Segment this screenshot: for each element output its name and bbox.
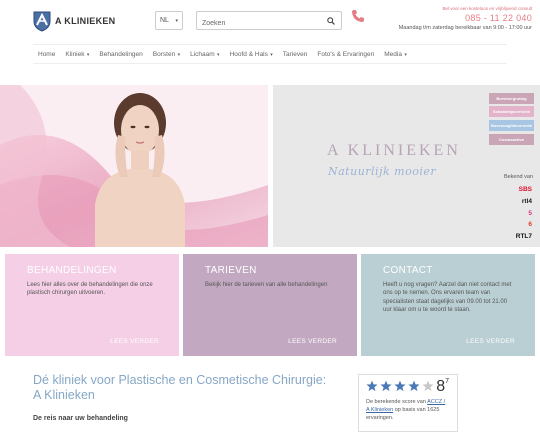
star-icon (380, 380, 392, 392)
star-icon (366, 380, 378, 392)
chevron-down-icon: ▾ (215, 51, 220, 58)
lees-verder-link[interactable]: LEES VERDER (466, 338, 515, 345)
panel-behandelingen[interactable]: BEHANDELINGEN Lees hier alles over de be… (5, 254, 179, 356)
panel-text: Heeft u nog vragen? Aarzel dan niet cont… (383, 282, 512, 314)
nav-item-media[interactable]: Media ▾ (379, 51, 412, 58)
nav-item-tarieven[interactable]: Tarieven (278, 51, 313, 58)
nav-item-fotos-ervaringen[interactable]: Foto's & Ervaringen (312, 51, 379, 58)
opening-hours: Maandag t/m zaterdag bereikbaar van 9:00… (398, 25, 532, 31)
lees-verder-link[interactable]: LEES VERDER (288, 338, 337, 345)
hero-brand-panel: A KLINIEKEN Natuurlijk mooier Borstvergr… (273, 85, 540, 247)
search-button[interactable] (321, 12, 341, 29)
rating-score: 87 (436, 378, 449, 395)
panel-tarieven[interactable]: TARIEVEN Bekijk hier de tarieven van all… (183, 254, 357, 356)
phone-number[interactable]: 085 - 11 22 040 (357, 13, 532, 23)
language-value: NL (160, 17, 169, 24)
search-input[interactable] (197, 15, 317, 32)
hero-photo (0, 85, 268, 247)
logo[interactable]: A KLINIEKEN (33, 10, 115, 32)
rating-widget: 87 De berekende score van ACCZ / A Klini… (358, 374, 458, 432)
nav-item-behandelingen[interactable]: Behandelingen (94, 51, 147, 58)
nav-item-lichaam[interactable]: Lichaam ▾ (185, 51, 224, 58)
star-empty-icon (422, 380, 434, 392)
site-header: A KLINIEKEN NL ▾ Bel voor een kosteloos … (0, 0, 540, 40)
channel-logo-6: 6 (528, 221, 532, 228)
panel-title: BEHANDELINGEN (27, 265, 117, 276)
star-icon (408, 380, 420, 392)
channel-logo-sbs: SBS (518, 186, 532, 193)
tag-cosmoactive[interactable]: Cosmoactive (489, 134, 534, 145)
hero-woman-illustration (0, 85, 268, 247)
tag-schaamlipcorrectie[interactable]: Schaamlipcorrectie (489, 106, 534, 117)
lees-verder-link[interactable]: LEES VERDER (110, 338, 159, 345)
search-box (196, 11, 342, 32)
shield-logo-icon (33, 11, 51, 32)
nav-item-hoofd-hals[interactable]: Hoofd & Hals ▾ (225, 51, 278, 58)
language-select[interactable]: NL ▾ (155, 11, 183, 30)
contact-info: Bel voor een kosteloos en vrijblijvend c… (357, 6, 532, 31)
contact-tagline: Bel voor een kosteloos en vrijblijvend c… (442, 6, 532, 11)
chevron-down-icon: ▾ (175, 18, 178, 24)
panel-contact[interactable]: CONTACT Heeft u nog vragen? Aarzel dan n… (361, 254, 535, 356)
star-icon (394, 380, 406, 392)
tag-bovenooglidcorrectie[interactable]: Bovenooglidcorrectie (489, 120, 534, 131)
panel-title: TARIEVEN (205, 265, 257, 276)
main-nav: Home Kliniek ▾ Behandelingen Borsten ▾ L… (33, 44, 507, 64)
tag-borstvergroting[interactable]: Borstvergroting (489, 93, 534, 104)
nav-item-borsten[interactable]: Borsten ▾ (148, 51, 185, 58)
panel-title: CONTACT (383, 265, 433, 276)
nav-item-kliniek[interactable]: Kliniek ▾ (60, 51, 94, 58)
channel-logo-rtl4: rtl4 (521, 198, 532, 205)
hero-tagline: Natuurlijk mooier (328, 165, 437, 178)
nav-item-home[interactable]: Home (33, 51, 60, 58)
chevron-down-icon: ▾ (402, 51, 407, 58)
channel-logo-rtl7: RTL7 (515, 233, 532, 240)
chevron-down-icon: ▾ (268, 51, 273, 58)
rating-score-decimal: 7 (445, 378, 449, 385)
search-icon (327, 16, 335, 25)
page-title: Dé kliniek voor Plastische en Cosmetisch… (33, 373, 327, 402)
section-subtitle: De reis naar uw behandeling (33, 415, 128, 422)
hero-brand-text: A KLINIEKEN (327, 142, 461, 159)
chevron-down-icon: ▾ (85, 51, 90, 58)
logo-text: A KLINIEKEN (55, 16, 116, 26)
rating-description: De berekende score van ACCZ / A Klinieke… (366, 399, 446, 421)
panel-text: Lees hier alles over de behandelingen di… (27, 282, 153, 297)
panel-text: Bekijk hier de tarieven van alle behande… (205, 282, 328, 288)
channel-logo-5: 5 (528, 210, 532, 217)
chevron-down-icon: ▾ (176, 51, 181, 58)
bekend-van-label: Bekend van (503, 174, 533, 180)
